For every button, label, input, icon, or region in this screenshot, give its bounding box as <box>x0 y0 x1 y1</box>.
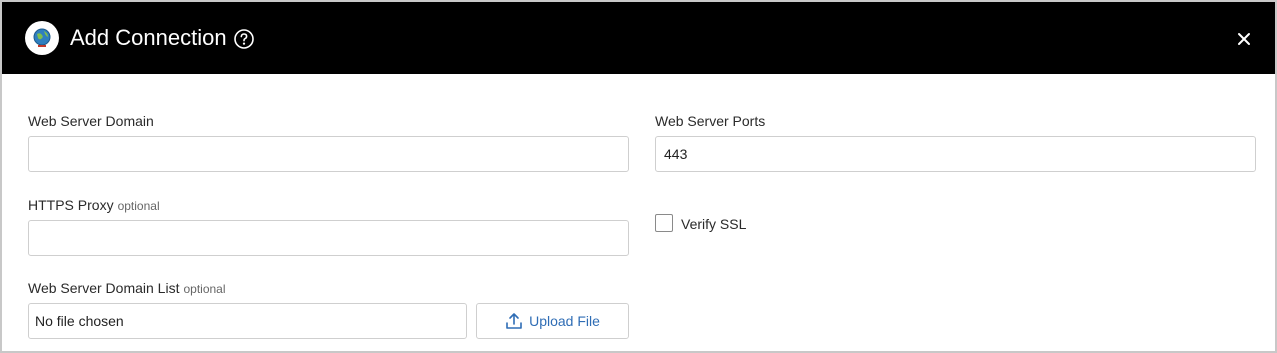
domain-list-label-text: Web Server Domain List <box>28 280 180 296</box>
file-chosen-display: No file chosen <box>28 303 467 339</box>
web-server-ports-input[interactable] <box>655 136 1256 172</box>
web-server-ports-label-text: Web Server Ports <box>655 113 766 129</box>
web-server-domain-label: Web Server Domain <box>28 112 154 130</box>
verify-ssl-label-text: Verify SSL <box>681 216 747 232</box>
web-server-domain-input[interactable] <box>28 136 629 172</box>
add-connection-dialog: Add Connection Web Server Domain Web Ser… <box>0 0 1277 353</box>
dialog-title: Add Connection <box>70 25 227 50</box>
upload-icon <box>506 313 522 329</box>
upload-file-label: Upload File <box>529 313 600 329</box>
dialog-header: Add Connection <box>2 2 1275 74</box>
globe-logo-icon <box>25 21 59 55</box>
https-proxy-label-text: HTTPS Proxy <box>28 197 114 213</box>
question-circle-icon[interactable] <box>233 28 255 50</box>
verify-ssl-label[interactable]: Verify SSL <box>681 215 746 233</box>
verify-ssl-checkbox[interactable] <box>655 214 673 232</box>
web-server-ports-label: Web Server Ports <box>655 112 765 130</box>
optional-hint: optional <box>117 199 160 213</box>
domain-list-label: Web Server Domain List optional <box>28 279 226 298</box>
upload-file-button[interactable]: Upload File <box>476 303 629 339</box>
web-server-domain-label-text: Web Server Domain <box>28 113 154 129</box>
optional-hint: optional <box>183 282 226 296</box>
close-icon[interactable] <box>1235 30 1253 48</box>
https-proxy-input[interactable] <box>28 220 629 256</box>
https-proxy-label: HTTPS Proxy optional <box>28 196 160 215</box>
